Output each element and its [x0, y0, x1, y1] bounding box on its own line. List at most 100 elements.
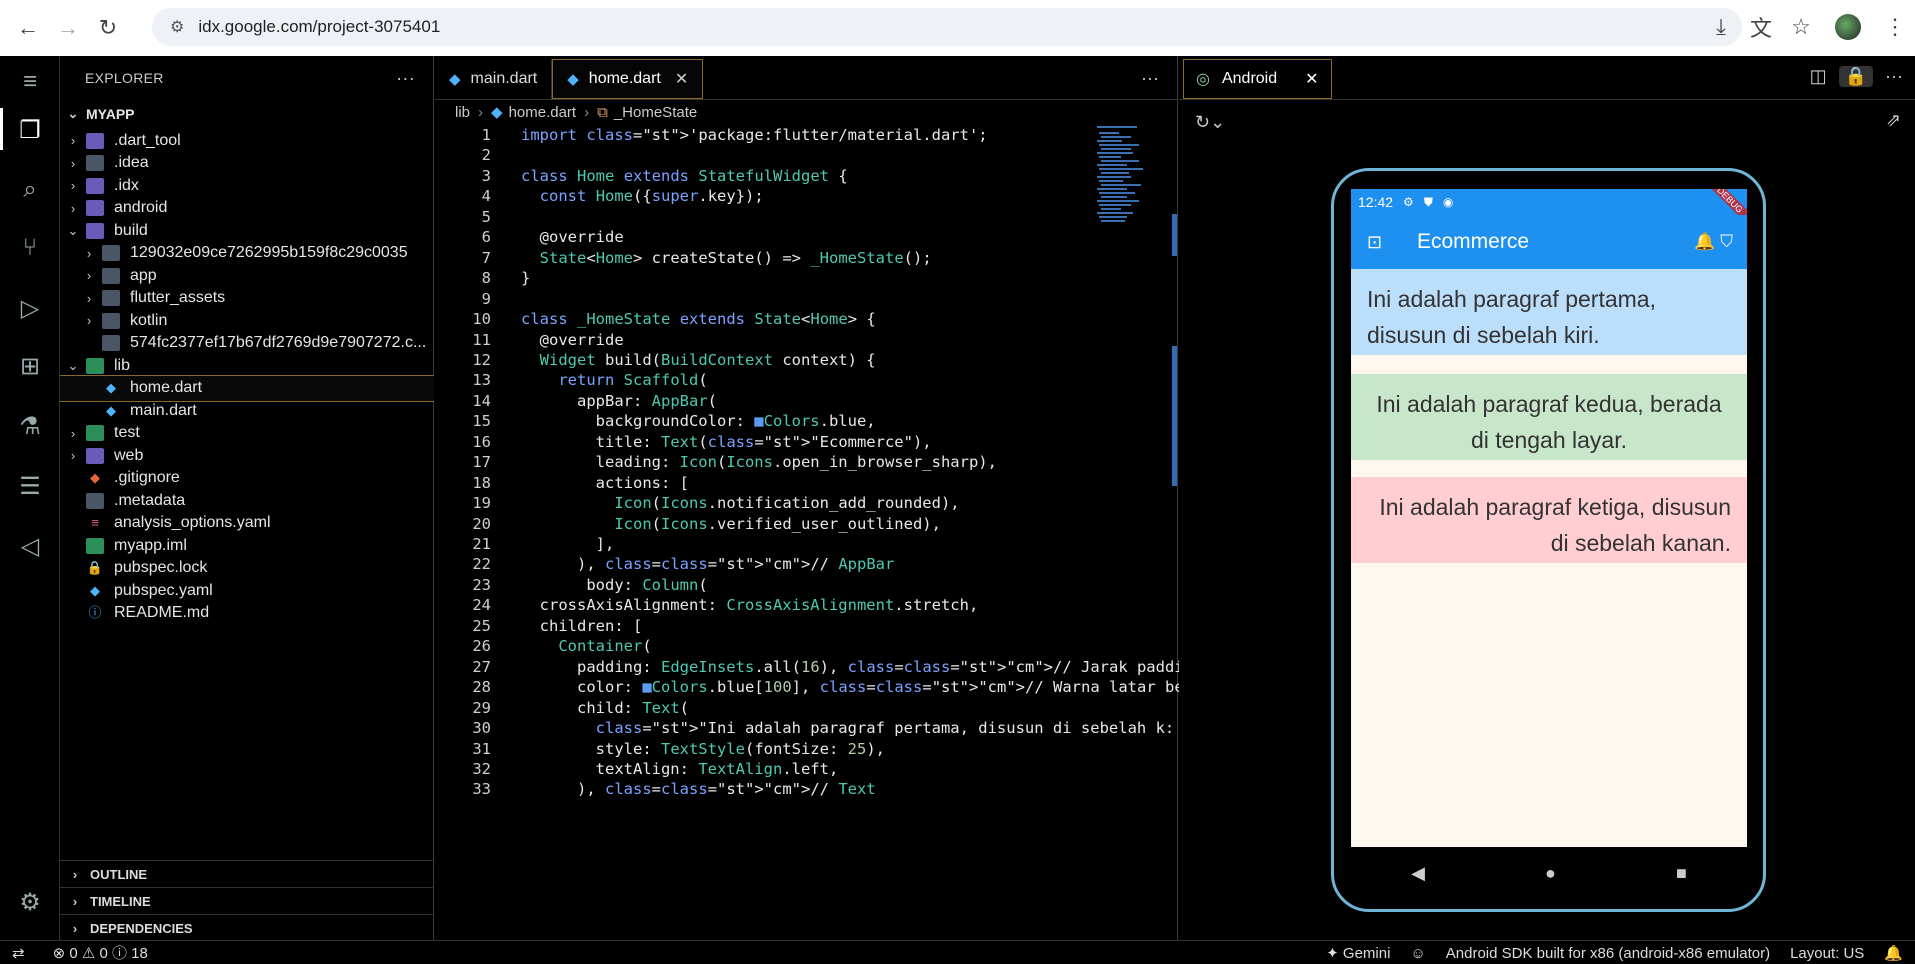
editor-more-icon[interactable]: ··· — [1141, 68, 1159, 89]
error-icon: ⊗ — [52, 945, 66, 962]
tab-main-dart[interactable]: ◆ main.dart — [435, 59, 553, 99]
emulator-screen[interactable]: 12:42 ⚙ ⛊ ◉ DEBUG ⊡ Ecommerce 🔔 ⛉ Ini ad… — [1351, 189, 1747, 847]
minimap-line — [1099, 168, 1143, 170]
line-number: 32 — [472, 759, 491, 778]
layout-label[interactable]: Layout: US — [1790, 945, 1864, 962]
chevron-right-icon: › — [72, 893, 78, 909]
problems-indicator[interactable]: ⊗ 0 ⚠ 0 ⓘ 18 — [53, 942, 148, 963]
code-line: style: TextStyle(fontSize: 25), — [521, 739, 885, 758]
line-number: 13 — [472, 371, 491, 390]
minimap-line — [1099, 204, 1131, 206]
split-editor-icon[interactable]: ◫ — [1810, 66, 1827, 87]
settings-gear-icon[interactable]: ⚙ — [14, 886, 46, 918]
explorer-more-icon[interactable]: ··· — [396, 68, 415, 89]
minimap-line — [1097, 140, 1122, 142]
line-number: 17 — [472, 453, 491, 472]
run-debug-icon[interactable]: ▷ — [14, 292, 46, 324]
chevron-down-icon: ⌄ — [67, 357, 79, 373]
open-external-icon[interactable]: ⇗ — [1886, 110, 1901, 131]
emulator-reload-icon[interactable]: ↻⌄ — [1195, 112, 1225, 133]
code-line: } — [521, 269, 531, 288]
nav-recents-icon[interactable]: ■ — [1676, 863, 1687, 884]
code-area[interactable]: 1 import class="st">'package:flutter/mate… — [435, 126, 1239, 940]
code-editor: ◆ main.dart ◆ home.dart ✕ ··· lib › ◆ ho… — [435, 56, 1240, 940]
phone-status-bar: 12:42 ⚙ ⛊ ◉ DEBUG — [1351, 189, 1747, 229]
code-line: body: Column( — [521, 575, 708, 594]
project-root[interactable]: ⌄ MYAPP — [60, 100, 434, 127]
nav-back-icon[interactable]: ◀ — [1411, 863, 1425, 884]
flutter-icon[interactable]: ◁ — [14, 530, 46, 562]
back-icon[interactable]: ← — [8, 8, 48, 48]
explorer-files-icon[interactable]: ❐ — [14, 114, 46, 146]
line-number: 9 — [481, 289, 491, 308]
verified-user-icon[interactable]: ⛉ — [1720, 232, 1733, 251]
bookmark-star-icon[interactable]: ☆ — [1781, 7, 1821, 47]
minimap-line — [1101, 208, 1121, 210]
reload-icon[interactable]: ↻ — [88, 8, 128, 48]
feedback-icon[interactable]: ☺ — [1410, 945, 1425, 962]
lock-icon[interactable]: 🔒 — [1838, 66, 1874, 87]
chevron-right-icon: › — [70, 448, 76, 463]
site-info-icon[interactable]: ⚙ — [170, 17, 184, 37]
phone-frame: 12:42 ⚙ ⛊ ◉ DEBUG ⊡ Ecommerce 🔔 ⛉ Ini ad… — [1331, 168, 1766, 912]
gemini-icon: ✦ — [1326, 945, 1339, 962]
minimap-line — [1097, 200, 1139, 202]
open-in-browser-icon[interactable]: ⊡ — [1367, 232, 1397, 253]
paragraph-left: Ini adalah paragraf pertama, disusun di … — [1351, 269, 1747, 355]
search-icon[interactable]: ⌕ — [14, 174, 46, 206]
minimap[interactable] — [1097, 126, 1159, 256]
outline-list-icon[interactable]: ☰ — [14, 470, 46, 502]
chevron-right-icon: › — [70, 200, 76, 216]
line-number: 29 — [472, 698, 491, 717]
close-tab-icon[interactable]: ✕ — [675, 69, 688, 89]
source-control-icon[interactable]: ⑂ — [14, 232, 46, 264]
minimap-line — [1099, 156, 1121, 158]
extensions-icon[interactable]: ⊞ — [14, 350, 46, 382]
line-number: 4 — [481, 187, 491, 206]
install-icon[interactable]: ⤓ — [1701, 7, 1741, 47]
tree-item-label: 129032e09ce7262995b159f8c29c0035 — [130, 244, 408, 261]
line-number: 26 — [472, 637, 491, 656]
chevron-right-icon: › — [72, 866, 78, 882]
chevron-down-icon: ⌄ — [67, 222, 79, 238]
notification-add-icon[interactable]: 🔔 — [1694, 232, 1715, 251]
line-number: 8 — [481, 269, 491, 288]
tree-item-label: build — [114, 221, 148, 239]
gemini-button[interactable]: ✦ Gemini — [1326, 944, 1390, 962]
minimap-line — [1101, 172, 1129, 174]
menu-icon[interactable]: ≡ — [14, 66, 46, 98]
chevron-right-icon: › — [70, 425, 76, 441]
tab-home-dart[interactable]: ◆ home.dart ✕ — [552, 59, 704, 99]
outline-section[interactable]: › OUTLINE — [60, 860, 434, 887]
minimap-line — [1097, 152, 1133, 154]
close-tab-icon[interactable]: ✕ — [1305, 69, 1318, 89]
line-number: 30 — [472, 719, 491, 738]
tab-android[interactable]: ◎ Android ✕ — [1183, 59, 1332, 99]
breadcrumb-item[interactable]: home.dart — [509, 104, 577, 121]
testing-flask-icon[interactable]: ⚗ — [14, 410, 46, 442]
nav-home-icon[interactable]: ● — [1545, 863, 1556, 884]
remote-icon[interactable]: ⇄ — [12, 944, 25, 962]
breadcrumb-item[interactable]: _HomeState — [614, 104, 697, 121]
panel-more-icon[interactable]: ··· — [1885, 66, 1903, 87]
tree-item[interactable]: ⓘ README.md — [60, 600, 434, 627]
browser-menu-icon[interactable]: ⋮ — [1875, 7, 1915, 47]
line-number: 21 — [472, 535, 491, 553]
address-bar[interactable]: ⚙ idx.google.com/project-3075401 — [152, 8, 1742, 46]
status-bar: ⇄ ⊗ 0 ⚠ 0 ⓘ 18 ✦ Gemini ☺ Android SDK bu… — [0, 940, 1915, 964]
code-line: appBar: AppBar( — [521, 391, 717, 410]
folder-icon — [86, 447, 104, 464]
forward-icon[interactable]: → — [48, 8, 88, 48]
translate-icon[interactable]: 文 — [1741, 7, 1781, 47]
device-label[interactable]: Android SDK built for x86 (android-x86 e… — [1446, 945, 1770, 962]
breadcrumb-item[interactable]: lib — [455, 104, 470, 121]
profile-avatar[interactable] — [1835, 14, 1861, 40]
dependencies-section[interactable]: › DEPENDENCIES — [60, 914, 434, 941]
app-title: Ecommerce — [1417, 230, 1530, 253]
code-line: child: Text( — [521, 698, 689, 717]
timeline-section[interactable]: › TIMELINE — [60, 887, 434, 914]
line-number: 28 — [472, 678, 491, 697]
code-line: ), class=class="st">"cm">// Text — [521, 780, 876, 799]
folder-icon — [86, 222, 104, 239]
notifications-bell-icon[interactable]: 🔔 — [1884, 944, 1903, 962]
